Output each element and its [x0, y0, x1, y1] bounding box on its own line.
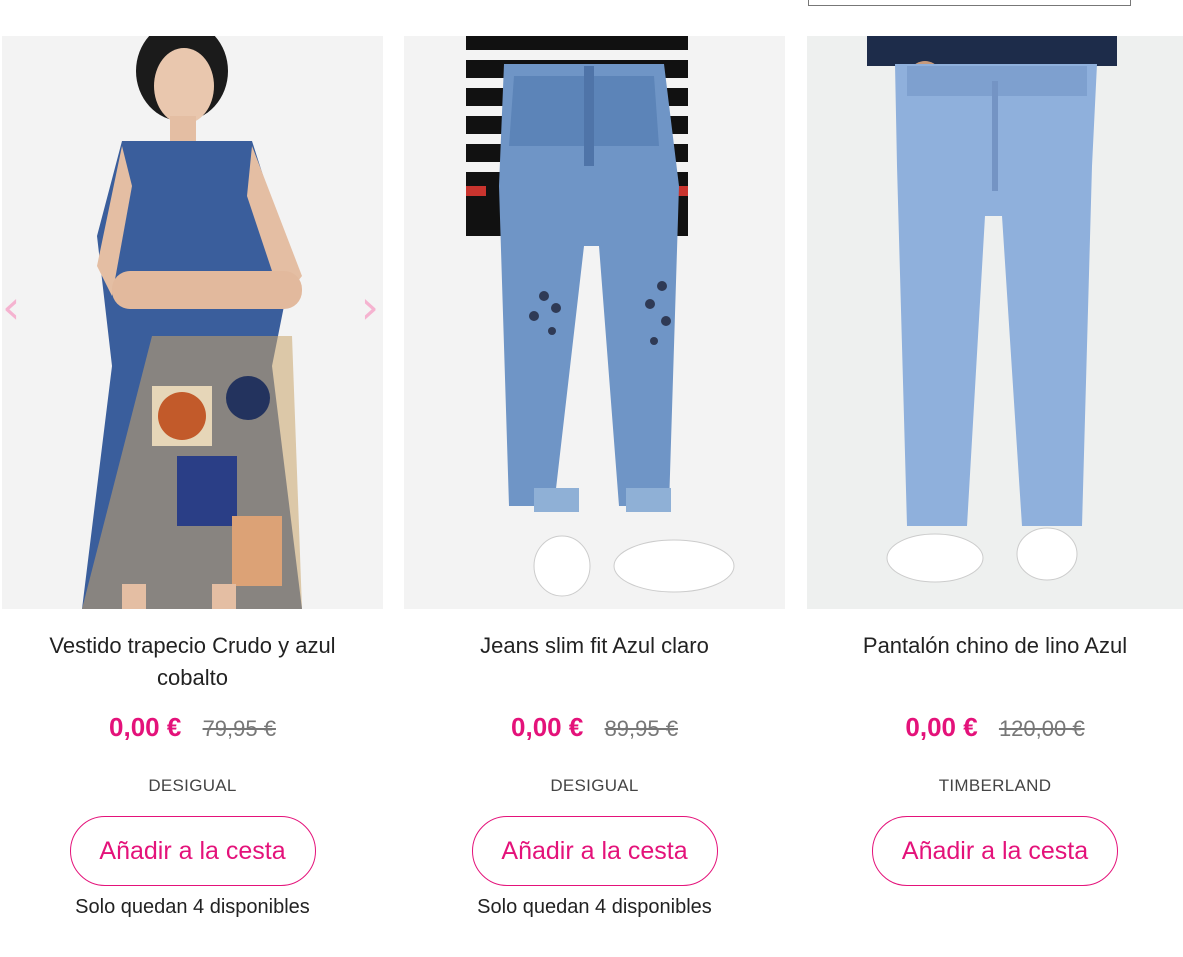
add-to-cart-button[interactable]: Añadir a la cesta [471, 816, 718, 886]
brand-label: TIMBERLAND [938, 776, 1052, 795]
product-title[interactable]: Vestido trapecio Crudo y azul cobalto [12, 630, 373, 698]
brand-label: DESIGUAL [148, 776, 237, 795]
price-group: 0,00 € 120,00 € [807, 712, 1183, 743]
product-card-chinos: Pantalón chino de lino Azul 0,00 € 120,0… [807, 36, 1183, 886]
carousel-next-icon[interactable]: › [361, 284, 379, 330]
product-title[interactable]: Pantalón chino de lino Azul [817, 630, 1173, 698]
price-group: 0,00 € 79,95 € [2, 712, 383, 743]
current-price: 0,00 € [905, 712, 978, 742]
price-group: 0,00 € 89,95 € [404, 712, 785, 743]
current-price: 0,00 € [511, 712, 584, 742]
product-image-dress[interactable]: ‹ › [2, 36, 383, 609]
brand-label: DESIGUAL [550, 776, 639, 795]
product-image-jeans[interactable] [404, 36, 785, 609]
product-image-chinos[interactable] [807, 36, 1183, 609]
product-card-dress: ‹ › Vestido trapecio Crudo y azul cobalt… [2, 36, 383, 918]
original-price: 79,95 € [202, 716, 276, 741]
add-to-cart-button[interactable]: Añadir a la cesta [69, 816, 316, 886]
carousel-prev-icon[interactable]: ‹ [2, 284, 20, 330]
product-title[interactable]: Jeans slim fit Azul claro [414, 630, 775, 698]
original-price: 89,95 € [604, 716, 678, 741]
stock-notice: Solo quedan 4 disponibles [75, 896, 310, 918]
stock-notice: Solo quedan 4 disponibles [477, 896, 712, 918]
add-to-cart-button[interactable]: Añadir a la cesta [872, 816, 1118, 886]
current-price: 0,00 € [109, 712, 182, 742]
search-box-edge[interactable] [808, 0, 1131, 6]
product-card-jeans: Jeans slim fit Azul claro 0,00 € 89,95 €… [404, 36, 785, 918]
original-price: 120,00 € [998, 716, 1085, 741]
